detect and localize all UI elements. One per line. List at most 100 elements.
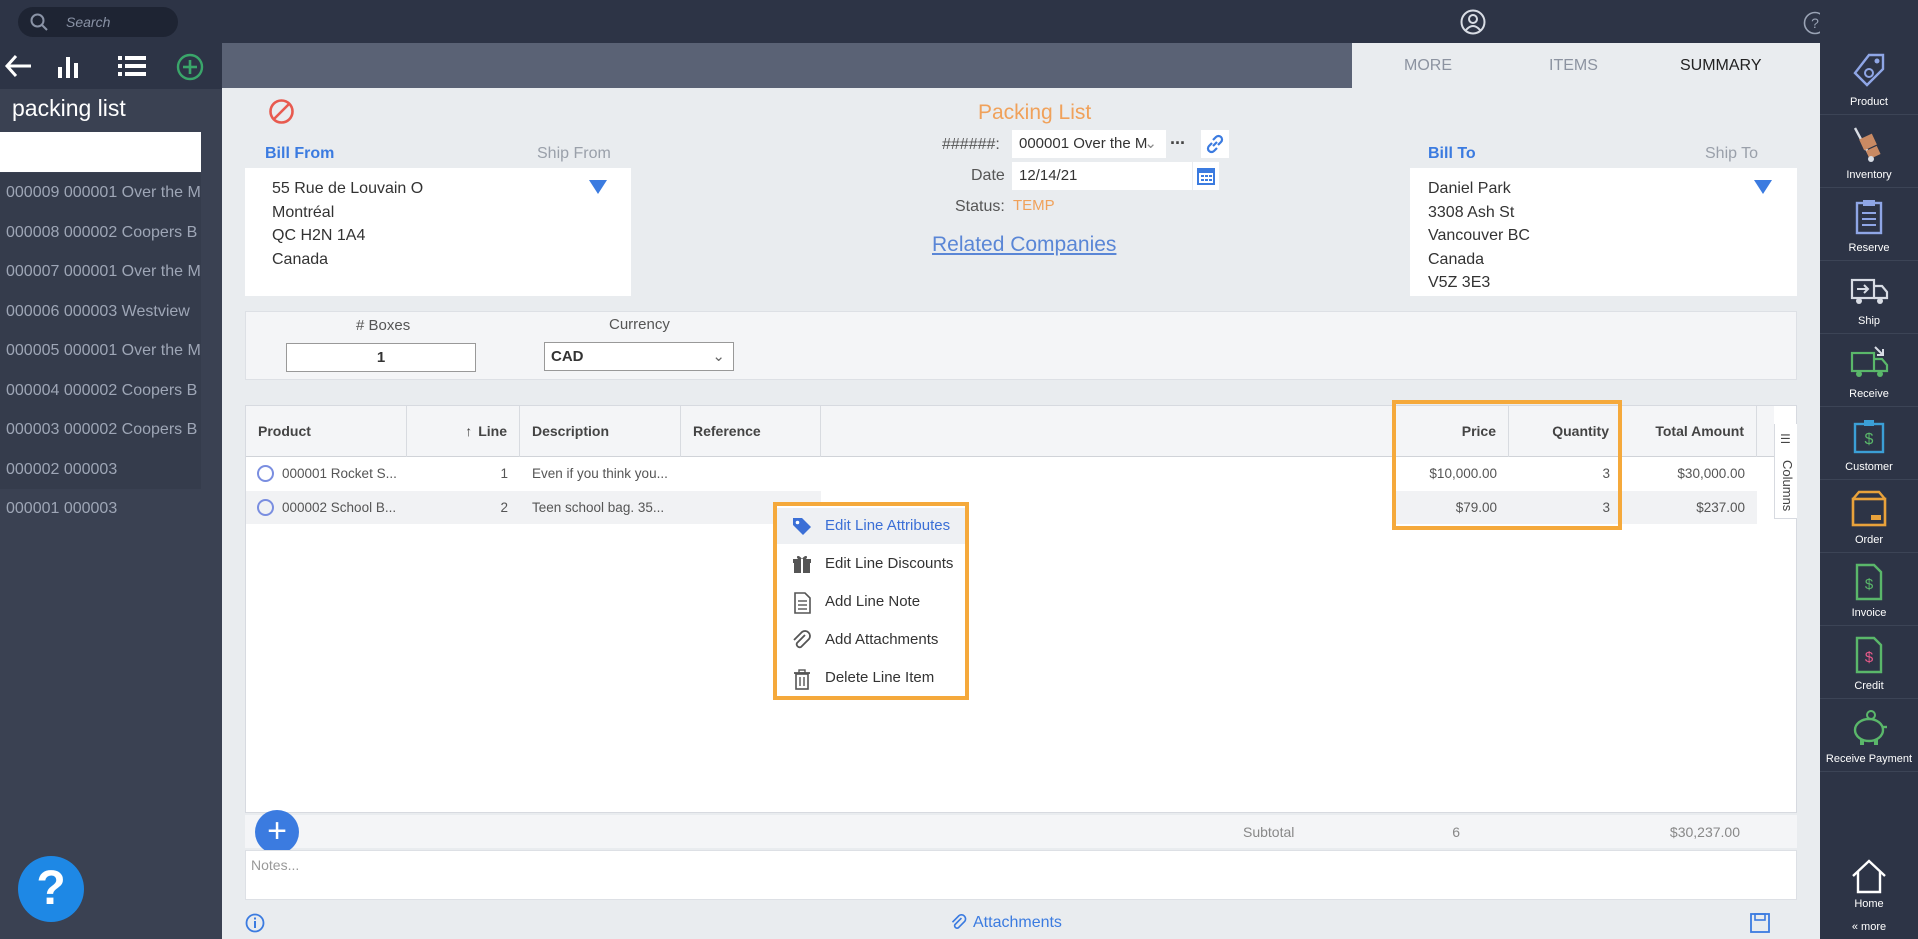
rail-more-link[interactable]: « more	[1820, 921, 1918, 933]
bill-to-address: Daniel Park 3308 Ash St Vancouver BC Can…	[1410, 168, 1797, 296]
list-item[interactable]: 000004 000002 Coopers B	[0, 370, 201, 410]
cell-product: 000001 Rocket S...	[282, 466, 397, 481]
rail-label: Order	[1854, 534, 1884, 546]
col-product[interactable]: Product	[246, 406, 407, 457]
attachments-link[interactable]: Attachments	[973, 914, 1062, 932]
boxes-label: # Boxes	[356, 317, 411, 334]
chevron-down-icon: ⌄	[712, 348, 725, 365]
ship-from-label[interactable]: Ship From	[537, 145, 611, 163]
list-item[interactable]: 000007 000001 Over the M	[0, 252, 201, 292]
columns-toggle[interactable]: ☰ Columns	[1774, 424, 1797, 519]
credit-icon: $	[1849, 635, 1889, 679]
col-reference[interactable]: Reference	[681, 406, 821, 457]
void-icon[interactable]	[268, 98, 295, 129]
tab-more[interactable]: MORE	[1404, 57, 1452, 75]
menu-item-add-line-note[interactable]: Add Line Note	[777, 584, 965, 620]
view-tabs: MORE ITEMS SUMMARY	[1352, 43, 1820, 88]
bill-from-label[interactable]: Bill From	[265, 145, 334, 163]
bill-to-label[interactable]: Bill To	[1428, 145, 1476, 163]
menu-item-delete-line-item[interactable]: Delete Line Item	[777, 660, 965, 696]
line-context-menu: Edit Line Attributes Edit Line Discounts…	[773, 502, 969, 700]
add-circle-icon[interactable]	[176, 53, 204, 85]
save-icon[interactable]	[1749, 912, 1771, 938]
search-icon	[30, 13, 48, 35]
related-companies-link[interactable]: Related Companies	[932, 233, 1116, 257]
date-input[interactable]: 12/14/21	[1012, 162, 1192, 190]
add-line-button[interactable]: +	[255, 810, 299, 854]
boxes-input[interactable]: 1	[286, 343, 476, 372]
subtotal-label: Subtotal	[1243, 824, 1295, 840]
calendar-icon[interactable]	[1193, 162, 1219, 190]
columns-label: Columns	[1780, 460, 1795, 512]
rail-receive-button[interactable]: Receive	[1820, 335, 1918, 407]
more-button[interactable]: ...	[1170, 128, 1185, 149]
rail-inventory-button[interactable]: Inventory	[1820, 116, 1918, 188]
sidebar-title: packing list	[12, 95, 126, 121]
menu-item-edit-line-discounts[interactable]: Edit Line Discounts	[777, 546, 965, 582]
list-item[interactable]: 000002 000003	[0, 449, 201, 489]
tag-icon	[791, 516, 813, 540]
row-select-radio[interactable]	[257, 499, 274, 516]
rail-label: Invoice	[1851, 607, 1887, 619]
list-item[interactable]: 000005 000001 Over the M	[0, 331, 201, 371]
link-icon[interactable]	[1201, 130, 1229, 158]
address-line: Vancouver BC	[1428, 227, 1530, 244]
columns-icon: ☰	[1780, 432, 1791, 446]
bar-chart-icon[interactable]	[56, 53, 84, 83]
address-line: Montréal	[272, 203, 335, 221]
rail-invoice-button[interactable]: $ Invoice	[1820, 554, 1918, 626]
list-item[interactable]: 000003 000002 Coopers B	[0, 410, 201, 450]
list-item[interactable]: 000001 000003	[0, 489, 201, 529]
record-list: 000009 000001 Over the M 000008 000002 C…	[0, 173, 222, 529]
rail-credit-button[interactable]: $ Credit	[1820, 627, 1918, 699]
number-select[interactable]: 000001 Over the M ⌄	[1012, 130, 1166, 158]
menu-item-add-attachments[interactable]: Add Attachments	[777, 622, 965, 658]
help-bubble-button[interactable]: ?	[18, 856, 84, 922]
currency-select[interactable]: CAD ⌄	[544, 342, 734, 371]
price-quantity-highlight	[1392, 400, 1622, 530]
cell-line: 1	[500, 466, 508, 481]
rail-ship-button[interactable]: Ship	[1820, 262, 1918, 334]
bill-to-dropdown-icon[interactable]	[1754, 180, 1772, 194]
rail-reserve-button[interactable]: Reserve	[1820, 189, 1918, 261]
sidebar-filter-input[interactable]	[0, 132, 201, 172]
list-icon[interactable]	[117, 53, 147, 83]
row-select-radio[interactable]	[257, 465, 274, 482]
sidebar-toolbar	[0, 43, 222, 89]
svg-text:$: $	[1865, 431, 1874, 448]
search-box[interactable]: Search	[18, 7, 178, 37]
paperclip-icon	[950, 914, 968, 936]
right-action-rail: Product Inventory Reserve Ship Receive $…	[1820, 0, 1918, 939]
page-title: Packing List	[978, 101, 1092, 124]
svg-text:$: $	[1865, 576, 1874, 593]
ship-to-label[interactable]: Ship To	[1705, 145, 1758, 163]
rail-receive-payment-button[interactable]: Receive Payment	[1820, 700, 1918, 772]
bill-from-dropdown-icon[interactable]	[589, 180, 607, 194]
col-description[interactable]: Description	[520, 406, 681, 457]
list-item[interactable]: 000008 000002 Coopers B	[0, 212, 201, 252]
status-label: Status:	[955, 198, 1005, 215]
info-icon[interactable]	[245, 913, 265, 937]
search-input[interactable]: Search	[66, 14, 110, 30]
tab-items[interactable]: ITEMS	[1549, 57, 1598, 75]
user-profile-icon[interactable]	[1460, 9, 1486, 39]
list-item[interactable]: 000009 000001 Over the M	[0, 173, 201, 213]
rail-label: Ship	[1857, 315, 1881, 327]
tab-summary[interactable]: SUMMARY	[1680, 57, 1762, 75]
gift-icon	[791, 554, 813, 578]
col-line[interactable]: ↑ Line	[407, 406, 520, 457]
cell-total: $237.00	[1696, 500, 1745, 515]
col-total[interactable]: Total Amount	[1622, 406, 1757, 457]
rail-customer-button[interactable]: $ Customer	[1820, 408, 1918, 480]
rail-product-button[interactable]: Product	[1820, 43, 1918, 115]
address-line: Canada	[1428, 250, 1485, 268]
notes-field[interactable]: Notes...	[245, 850, 1797, 900]
cell-description: Even if you think you...	[532, 466, 668, 481]
menu-item-edit-line-attributes[interactable]: Edit Line Attributes	[777, 508, 965, 544]
rail-home-button[interactable]: Home	[1820, 848, 1918, 920]
list-item[interactable]: 000006 000003 Westview	[0, 291, 201, 331]
invoice-icon: $	[1849, 562, 1889, 606]
rail-label: Product	[1850, 96, 1888, 108]
back-arrow-icon[interactable]	[4, 53, 32, 83]
rail-order-button[interactable]: Order	[1820, 481, 1918, 553]
